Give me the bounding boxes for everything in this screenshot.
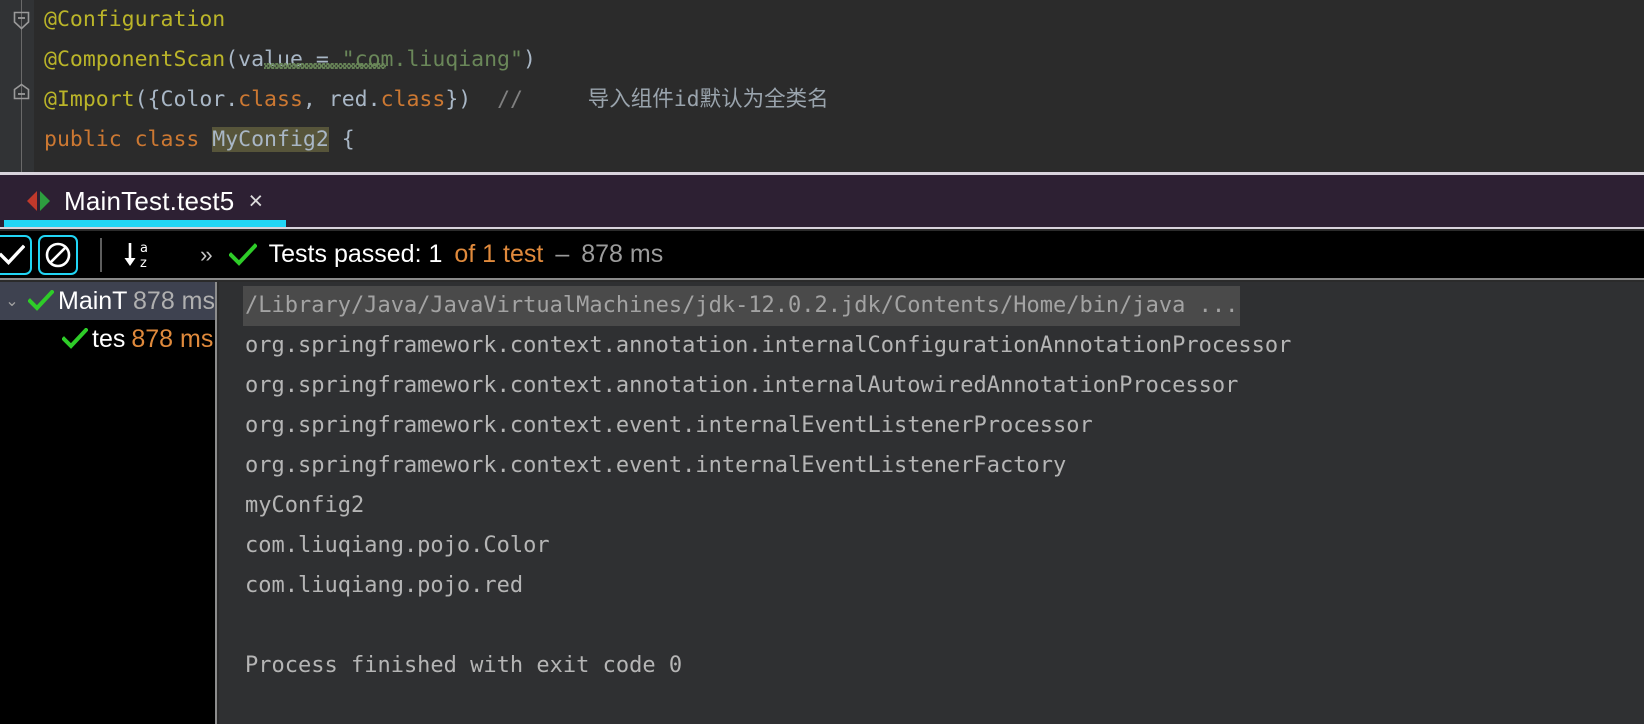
console-line: Process finished with exit code 0 [245,653,683,678]
test-passed-check-icon [24,290,58,312]
tab-label: MainTest.test5 [64,185,235,216]
tab-active-underline [4,220,286,227]
console-line: com.liuqiang.pojo.red [245,573,524,598]
console-line: com.liuqiang.pojo.Color [245,533,550,558]
code-token: }) [445,87,498,112]
toolbar-separator [100,237,102,272]
ide-window: @Configuration @ComponentScan(value = "c… [0,0,1644,724]
test-tree-label: tes [92,324,126,353]
close-icon[interactable]: × [248,188,263,214]
code-token: { [328,127,355,152]
code-token: @ComponentScan [44,47,226,72]
test-tree-rows: ⌄ MainT 878 ms tes 878 ms [0,282,215,358]
console-line: myConfig2 [245,493,365,518]
svg-text:z: z [140,256,147,271]
console-line: org.springframework.context.event.intern… [245,453,1067,478]
code-token: ({Color. [134,87,239,112]
code-token: public class [44,127,213,152]
code-token: 导入组件id默认为全类名 [522,87,829,112]
code-token: MyConfig2 [212,127,329,152]
test-duration-label: 878 ms [133,286,215,315]
code-token: , red. [302,87,381,112]
console-line: org.springframework.context.event.intern… [245,413,1093,438]
chevron-down-icon[interactable]: ⌄ [0,291,24,311]
code-line-4: public class MyConfig2 { [44,120,355,160]
check-icon [0,244,25,265]
code-line-3: @Import({Color.class, red.class}) // 导入组… [44,80,829,120]
circle-slash-icon [45,242,71,267]
code-line-1: @Configuration [44,0,225,40]
svg-text:a: a [140,241,148,256]
test-duration-label: 878 ms [131,324,214,353]
code-editor[interactable]: @Configuration @ComponentScan(value = "c… [0,0,1644,172]
test-tree-panel[interactable]: ⌄ MainT 878 ms tes 878 ms [0,282,217,724]
code-token: @Import [44,87,135,112]
sort-alphabetically-button[interactable]: a z [120,236,156,274]
code-token: // [497,87,523,112]
junit-rerun-icon [27,191,50,211]
spellcheck-squiggle [264,63,386,69]
code-token: class [238,87,303,112]
console-line: org.springframework.context.annotation.i… [245,333,1292,358]
tests-count-label: of 1 test [454,240,544,268]
test-passed-check-icon [58,328,92,350]
test-tree-label: MainT [58,286,128,315]
fold-collapse-icon[interactable] [13,11,30,30]
test-tree-row[interactable]: ⌄ MainT 878 ms [0,282,215,320]
status-dash: – [555,240,570,268]
console-line: org.springframework.context.annotation.i… [245,373,1239,398]
hide-ignored-toggle[interactable] [38,234,78,275]
tests-duration-label: 878 ms [581,240,664,268]
toolbar-overflow-button[interactable]: ›› [200,242,213,268]
console-output-panel[interactable]: /Library/Java/JavaVirtualMachines/jdk-12… [219,282,1644,724]
run-tool-tabbar: MainTest.test5 × [0,172,1644,229]
test-tree-row[interactable]: tes 878 ms [0,320,215,358]
test-runner-toolbar: a z ›› Tests passed: 1 of 1 test – 878 m… [0,231,1644,280]
code-line-2: @ComponentScan(value = "com.liuqiang") [44,40,536,80]
sort-alpha-icon: a z [124,241,148,271]
status-check-icon [228,242,257,266]
show-passed-toggle[interactable] [0,234,32,275]
fold-collapse-icon-2[interactable] [13,83,30,100]
code-token: class [380,87,446,112]
code-token: ) [522,47,536,72]
code-token: @Configuration [44,7,226,32]
editor-text-area[interactable]: @Configuration @ComponentScan(value = "c… [34,0,1644,172]
test-status-bar: Tests passed: 1 of 1 test – 878 ms [228,240,664,269]
tests-passed-label: Tests passed: 1 [268,240,443,268]
console-command-line: /Library/Java/JavaVirtualMachines/jdk-12… [243,286,1241,326]
